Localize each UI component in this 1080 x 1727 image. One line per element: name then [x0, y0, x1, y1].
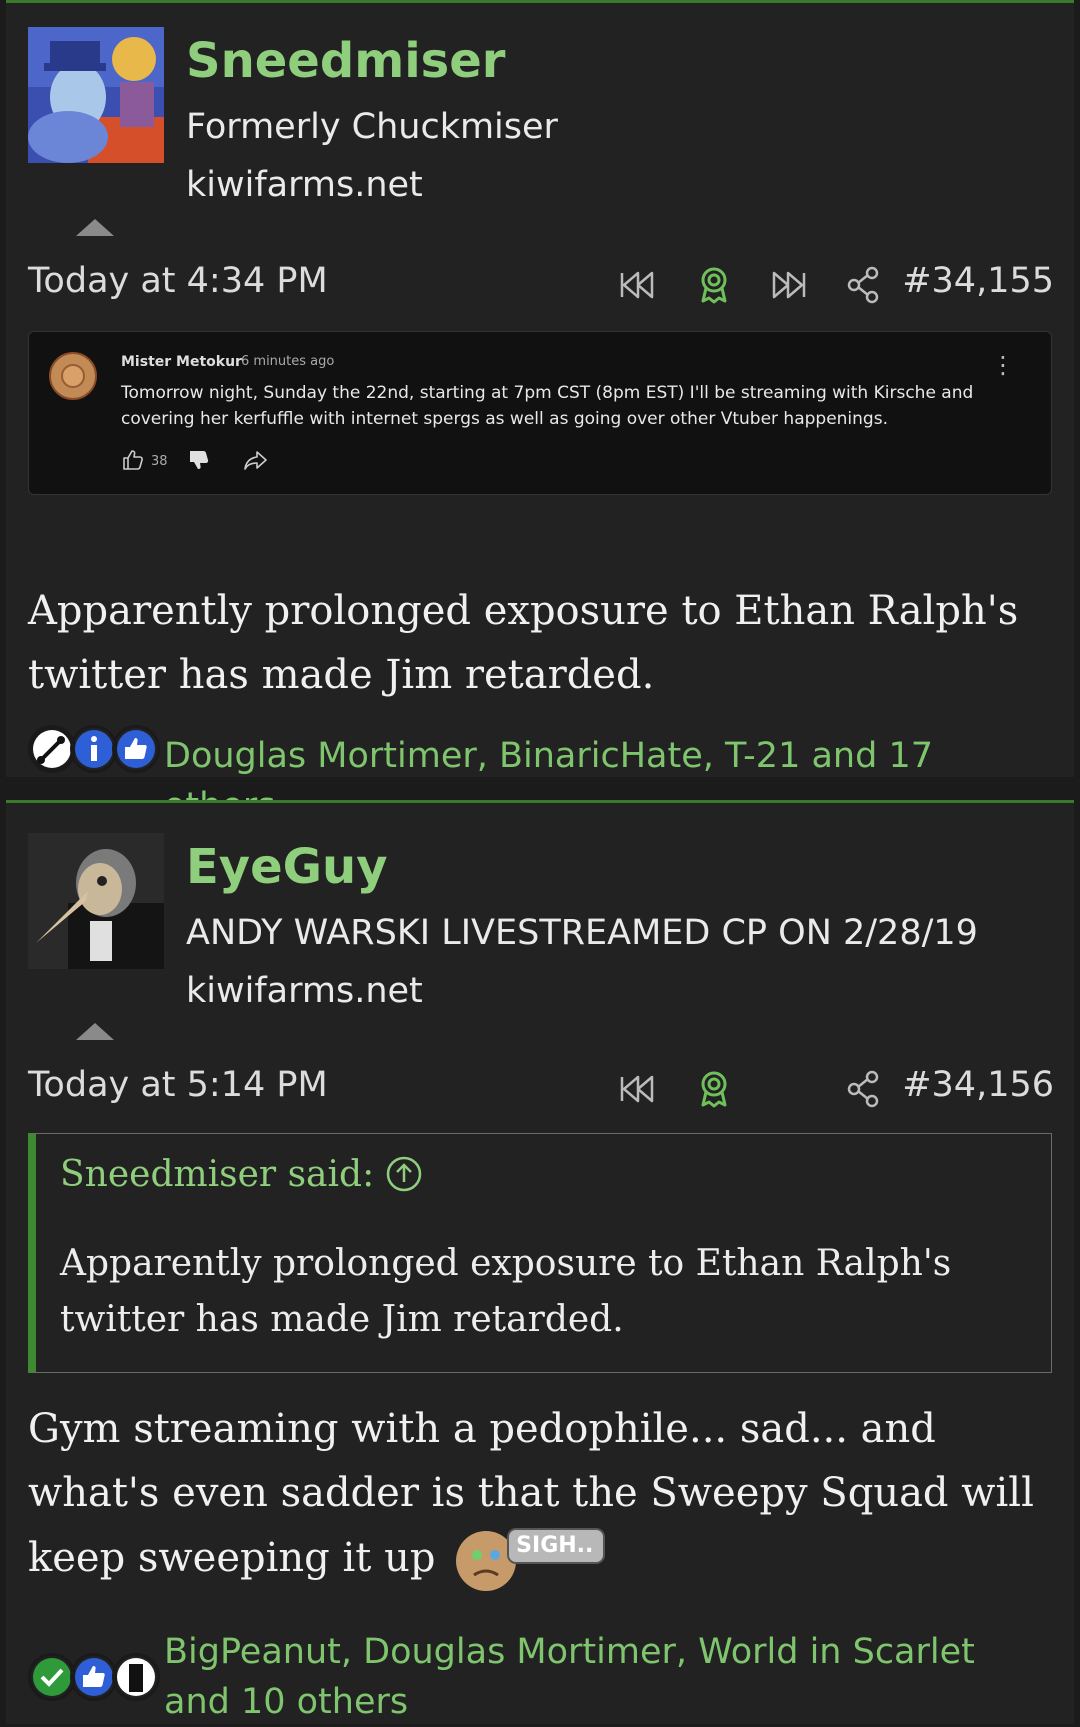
share-icon[interactable]: [844, 1069, 884, 1109]
share-icon[interactable]: [844, 265, 884, 305]
reaction-icons[interactable]: [28, 725, 168, 781]
reaction-icons[interactable]: [28, 1653, 168, 1709]
award-icon[interactable]: [694, 1069, 734, 1109]
comment-text: Tomorrow night, Sunday the 22nd, startin…: [121, 383, 974, 429]
user-avatar[interactable]: [28, 27, 164, 163]
username[interactable]: Sneedmiser: [186, 33, 505, 89]
comment-avatar: [49, 352, 97, 400]
more-options-icon: ⋮: [991, 351, 1015, 379]
rewind-icon[interactable]: [618, 265, 658, 305]
monolith-reaction-icon: [112, 1653, 160, 1701]
user-avatar[interactable]: [28, 833, 164, 969]
user-site: kiwifarms.net: [186, 165, 423, 205]
post-time[interactable]: Today at 4:34 PM: [28, 261, 328, 301]
fast-forward-icon[interactable]: [768, 265, 808, 305]
embedded-comment: Mister Metokur 6 minutes ago Tomorrow ni…: [28, 331, 1052, 495]
sigh-label: SIGH..: [516, 1533, 594, 1558]
post-number[interactable]: #34,155: [902, 261, 1054, 301]
thumbs-up-icon: [123, 450, 143, 470]
user-site: kiwifarms.net: [186, 971, 423, 1011]
post-34155: Sneedmiser Formerly Chuckmiser kiwifarms…: [6, 0, 1074, 826]
post-time[interactable]: Today at 5:14 PM: [28, 1065, 328, 1105]
post-body: Apparently prolonged exposure to Ethan R…: [28, 588, 1019, 698]
reply-share-icon: [244, 451, 267, 470]
collapse-caret-icon[interactable]: [76, 219, 114, 236]
quote-text: Apparently prolonged exposure to Ethan R…: [60, 1243, 952, 1340]
post-34156: EyeGuy ANDY WARSKI LIVESTREAMED CP ON 2/…: [6, 800, 1074, 1724]
sigh-emoji: SIGH..: [456, 1525, 606, 1597]
informative-reaction-icon: [70, 725, 118, 773]
quote-author[interactable]: Sneedmiser said:: [60, 1154, 374, 1195]
comment-time: 6 minutes ago: [241, 354, 335, 369]
like-count: 38: [151, 454, 168, 469]
user-title: ANDY WARSKI LIVESTREAMED CP ON 2/28/19: [186, 913, 978, 953]
agree-reaction-icon: [28, 1653, 76, 1701]
reaction-names[interactable]: BigPeanut, Douglas Mortimer, World in Sc…: [164, 1627, 1044, 1727]
collapse-caret-icon[interactable]: [76, 1023, 114, 1040]
thumbs-down-icon: [190, 451, 209, 469]
post-body: Gym streaming with a pedophile... sad...…: [28, 1397, 1058, 1597]
like-reaction-icon: [70, 1653, 118, 1701]
username[interactable]: EyeGuy: [186, 839, 388, 895]
award-icon[interactable]: [694, 265, 734, 305]
wrench-reaction-icon: [28, 725, 76, 773]
jump-to-quote-icon[interactable]: [386, 1156, 422, 1192]
comment-author: Mister Metokur: [121, 354, 242, 370]
post-number[interactable]: #34,156: [902, 1065, 1054, 1105]
quote-block: Sneedmiser said: Apparently prolonged ex…: [28, 1133, 1052, 1373]
rewind-icon[interactable]: [618, 1069, 658, 1109]
user-title: Formerly Chuckmiser: [186, 107, 558, 147]
like-reaction-icon: [112, 725, 160, 773]
